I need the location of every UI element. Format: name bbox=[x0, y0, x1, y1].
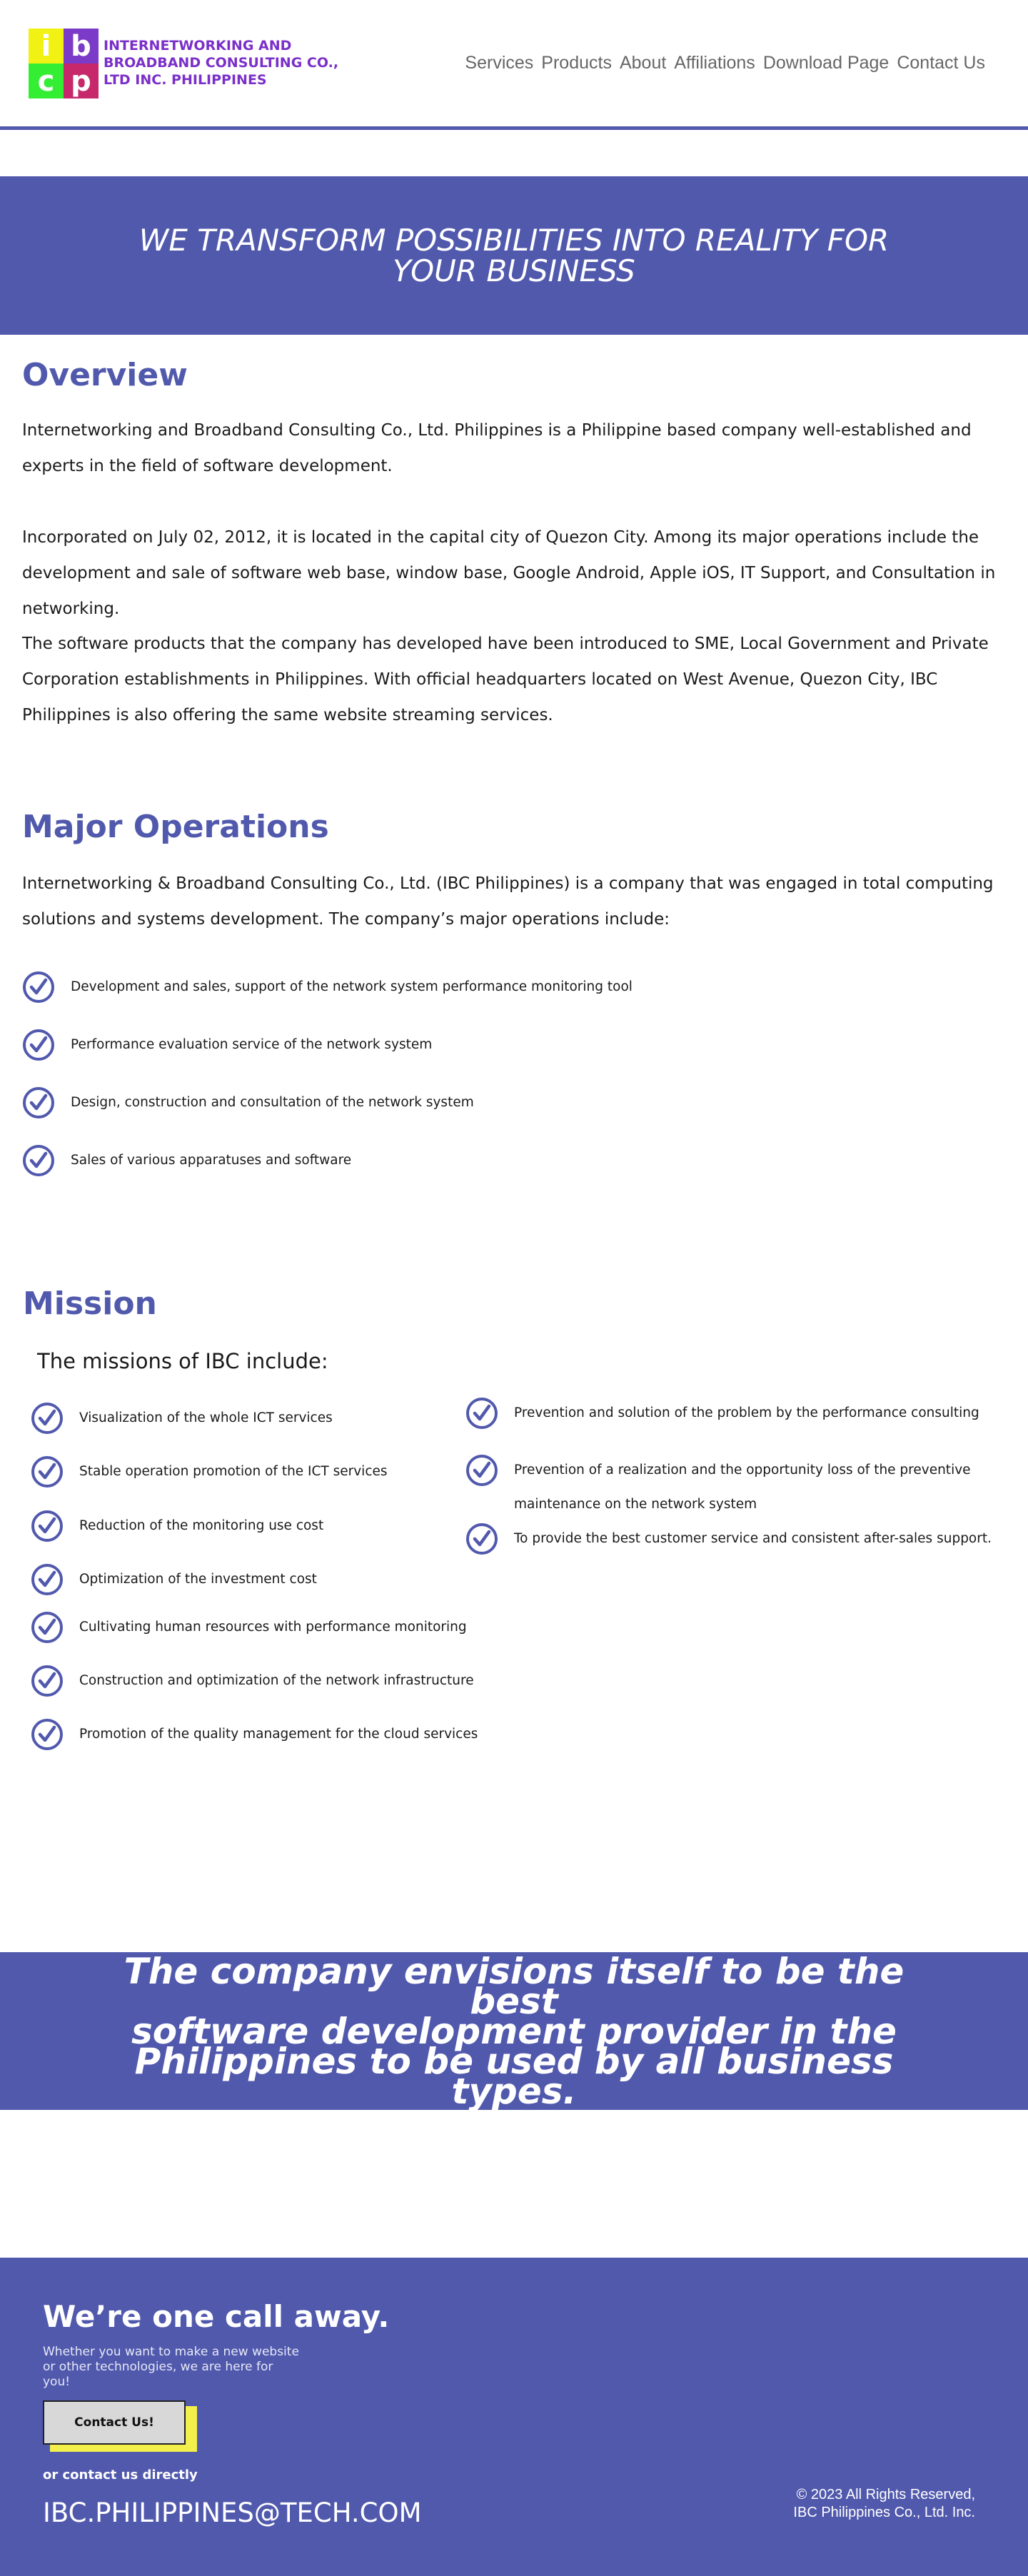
check-list-label: Construction and optimization of the net… bbox=[79, 1673, 474, 1688]
overview-paragraph-1: Internetworking and Broadband Consulting… bbox=[22, 421, 972, 475]
check-list-item: Optimization of the investment cost bbox=[31, 1562, 317, 1597]
check-list-label: Optimization of the investment cost bbox=[79, 1572, 317, 1587]
company-logo[interactable]: i b c p bbox=[29, 29, 99, 99]
vision-statement: The company envisions itself to be the b… bbox=[86, 1950, 942, 2112]
vision-line: The company envisions itself to be the b… bbox=[124, 1950, 904, 2022]
site-header: i b c p INTERNETWORKING AND BROADBAND CO… bbox=[0, 0, 1028, 130]
check-circle-icon bbox=[23, 1029, 54, 1061]
logo-letter-c: c bbox=[29, 64, 64, 99]
hero-line: YOUR BUSINESS bbox=[393, 253, 635, 288]
check-list-item: Development and sales, support of the ne… bbox=[22, 969, 633, 1005]
hero-banner: WE TRANSFORM POSSIBILITIES INTO REALITY … bbox=[0, 176, 1028, 335]
nav-contact-us[interactable]: Contact Us bbox=[897, 53, 985, 74]
check-circle-icon bbox=[31, 1612, 63, 1643]
main-nav: Services Products About Affiliations Dow… bbox=[465, 53, 985, 74]
overview-paragraph-2: Incorporated on July 02, 2012, it is loc… bbox=[22, 528, 996, 618]
check-list-label: Promotion of the quality management for … bbox=[79, 1727, 478, 1742]
company-name: INTERNETWORKING AND BROADBAND CONSULTING… bbox=[104, 37, 361, 89]
check-circle-icon bbox=[31, 1564, 63, 1595]
check-list-item: To provide the best customer service and… bbox=[465, 1522, 1015, 1556]
check-list-label: Stable operation promotion of the ICT se… bbox=[79, 1464, 388, 1479]
contact-us-button[interactable]: Contact Us! bbox=[43, 2400, 186, 2445]
check-circle-icon bbox=[31, 1456, 63, 1487]
copyright-line: IBC Philippines Co., Ltd. Inc. bbox=[793, 2505, 975, 2520]
check-circle-icon bbox=[23, 971, 54, 1003]
contact-email-link[interactable]: IBC.PHILIPPINES@TECH.COM bbox=[43, 2497, 422, 2528]
copyright: © 2023 All Rights Reserved, IBC Philippi… bbox=[761, 2486, 975, 2522]
mission-title: Mission bbox=[23, 1286, 157, 1322]
nav-download-page[interactable]: Download Page bbox=[763, 53, 890, 74]
check-circle-icon bbox=[466, 1523, 498, 1555]
nav-services[interactable]: Services bbox=[465, 53, 533, 74]
check-list-item: Prevention of a realization and the oppo… bbox=[465, 1454, 1015, 1522]
check-list-item: Prevention and solution of the problem b… bbox=[465, 1395, 979, 1431]
check-list-label: Cultivating human resources with perform… bbox=[79, 1620, 467, 1635]
check-circle-icon bbox=[466, 1398, 498, 1429]
hero-line: WE TRANSFORM POSSIBILITIES INTO REALITY … bbox=[138, 223, 890, 258]
overview-title: Overview bbox=[22, 357, 188, 393]
footer-title: We’re one call away. bbox=[43, 2299, 390, 2334]
check-circle-icon bbox=[31, 1719, 63, 1750]
check-list-item: Promotion of the quality management for … bbox=[31, 1717, 478, 1752]
check-list-label: Prevention and solution of the problem b… bbox=[514, 1405, 979, 1420]
check-list-label: Development and sales, support of the ne… bbox=[71, 979, 633, 994]
operations-intro: Internetworking & Broadband Consulting C… bbox=[22, 874, 994, 929]
check-circle-icon bbox=[31, 1665, 63, 1697]
check-list-item: Visualization of the whole ICT services bbox=[31, 1400, 333, 1436]
nav-affiliations[interactable]: Affiliations bbox=[674, 53, 755, 74]
check-list-label: Performance evaluation service of the ne… bbox=[71, 1037, 433, 1052]
check-circle-icon bbox=[31, 1403, 63, 1434]
check-list-item: Performance evaluation service of the ne… bbox=[22, 1027, 432, 1063]
company-name-line: BROADBAND CONSULTING CO., bbox=[104, 55, 339, 71]
check-list-item: Construction and optimization of the net… bbox=[31, 1663, 474, 1699]
logo-letter-i: i bbox=[29, 29, 64, 64]
check-list-label: Sales of various apparatuses and softwar… bbox=[71, 1153, 352, 1168]
check-circle-icon bbox=[23, 1087, 54, 1118]
company-name-line: LTD INC. PHILIPPINES bbox=[104, 72, 267, 88]
overview-paragraph-3: The software products that the company h… bbox=[22, 635, 989, 724]
nav-about[interactable]: About bbox=[620, 53, 666, 74]
check-list-item: Stable operation promotion of the ICT se… bbox=[31, 1454, 388, 1490]
check-list-item: Sales of various apparatuses and softwar… bbox=[22, 1143, 351, 1178]
check-list-label: Visualization of the whole ICT services bbox=[79, 1410, 333, 1425]
site-footer: We’re one call away. Whether you want to… bbox=[0, 2258, 1028, 2576]
check-list-item: Design, construction and consultation of… bbox=[22, 1085, 474, 1121]
logo-letter-p: p bbox=[64, 64, 99, 99]
company-name-line: INTERNETWORKING AND bbox=[104, 38, 292, 54]
vision-banner: The company envisions itself to be the b… bbox=[0, 1952, 1028, 2110]
check-list-label: Reduction of the monitoring use cost bbox=[79, 1518, 324, 1533]
check-list-label: Prevention of a realization and the oppo… bbox=[514, 1463, 971, 1512]
hero-heading: WE TRANSFORM POSSIBILITIES INTO REALITY … bbox=[71, 225, 957, 286]
vision-line: Philippines to be used by all business t… bbox=[134, 2040, 894, 2112]
operations-title: Major Operations bbox=[22, 809, 329, 845]
footer-description: Whether you want to make a new website o… bbox=[43, 2345, 299, 2389]
check-circle-icon bbox=[23, 1145, 54, 1176]
check-list-item: Cultivating human resources with perform… bbox=[31, 1610, 467, 1645]
check-list-item: Reduction of the monitoring use cost bbox=[31, 1508, 323, 1544]
check-list-label: Design, construction and consultation of… bbox=[71, 1095, 474, 1110]
check-list-label: To provide the best customer service and… bbox=[514, 1531, 992, 1546]
check-circle-icon bbox=[31, 1510, 63, 1542]
logo-letter-b: b bbox=[64, 29, 99, 64]
nav-products[interactable]: Products bbox=[541, 53, 612, 74]
copyright-line: © 2023 All Rights Reserved, bbox=[796, 2487, 975, 2502]
check-circle-icon bbox=[466, 1455, 498, 1486]
contact-directly-label: or contact us directly bbox=[43, 2468, 198, 2482]
mission-subtitle: The missions of IBC include: bbox=[37, 1349, 328, 1373]
